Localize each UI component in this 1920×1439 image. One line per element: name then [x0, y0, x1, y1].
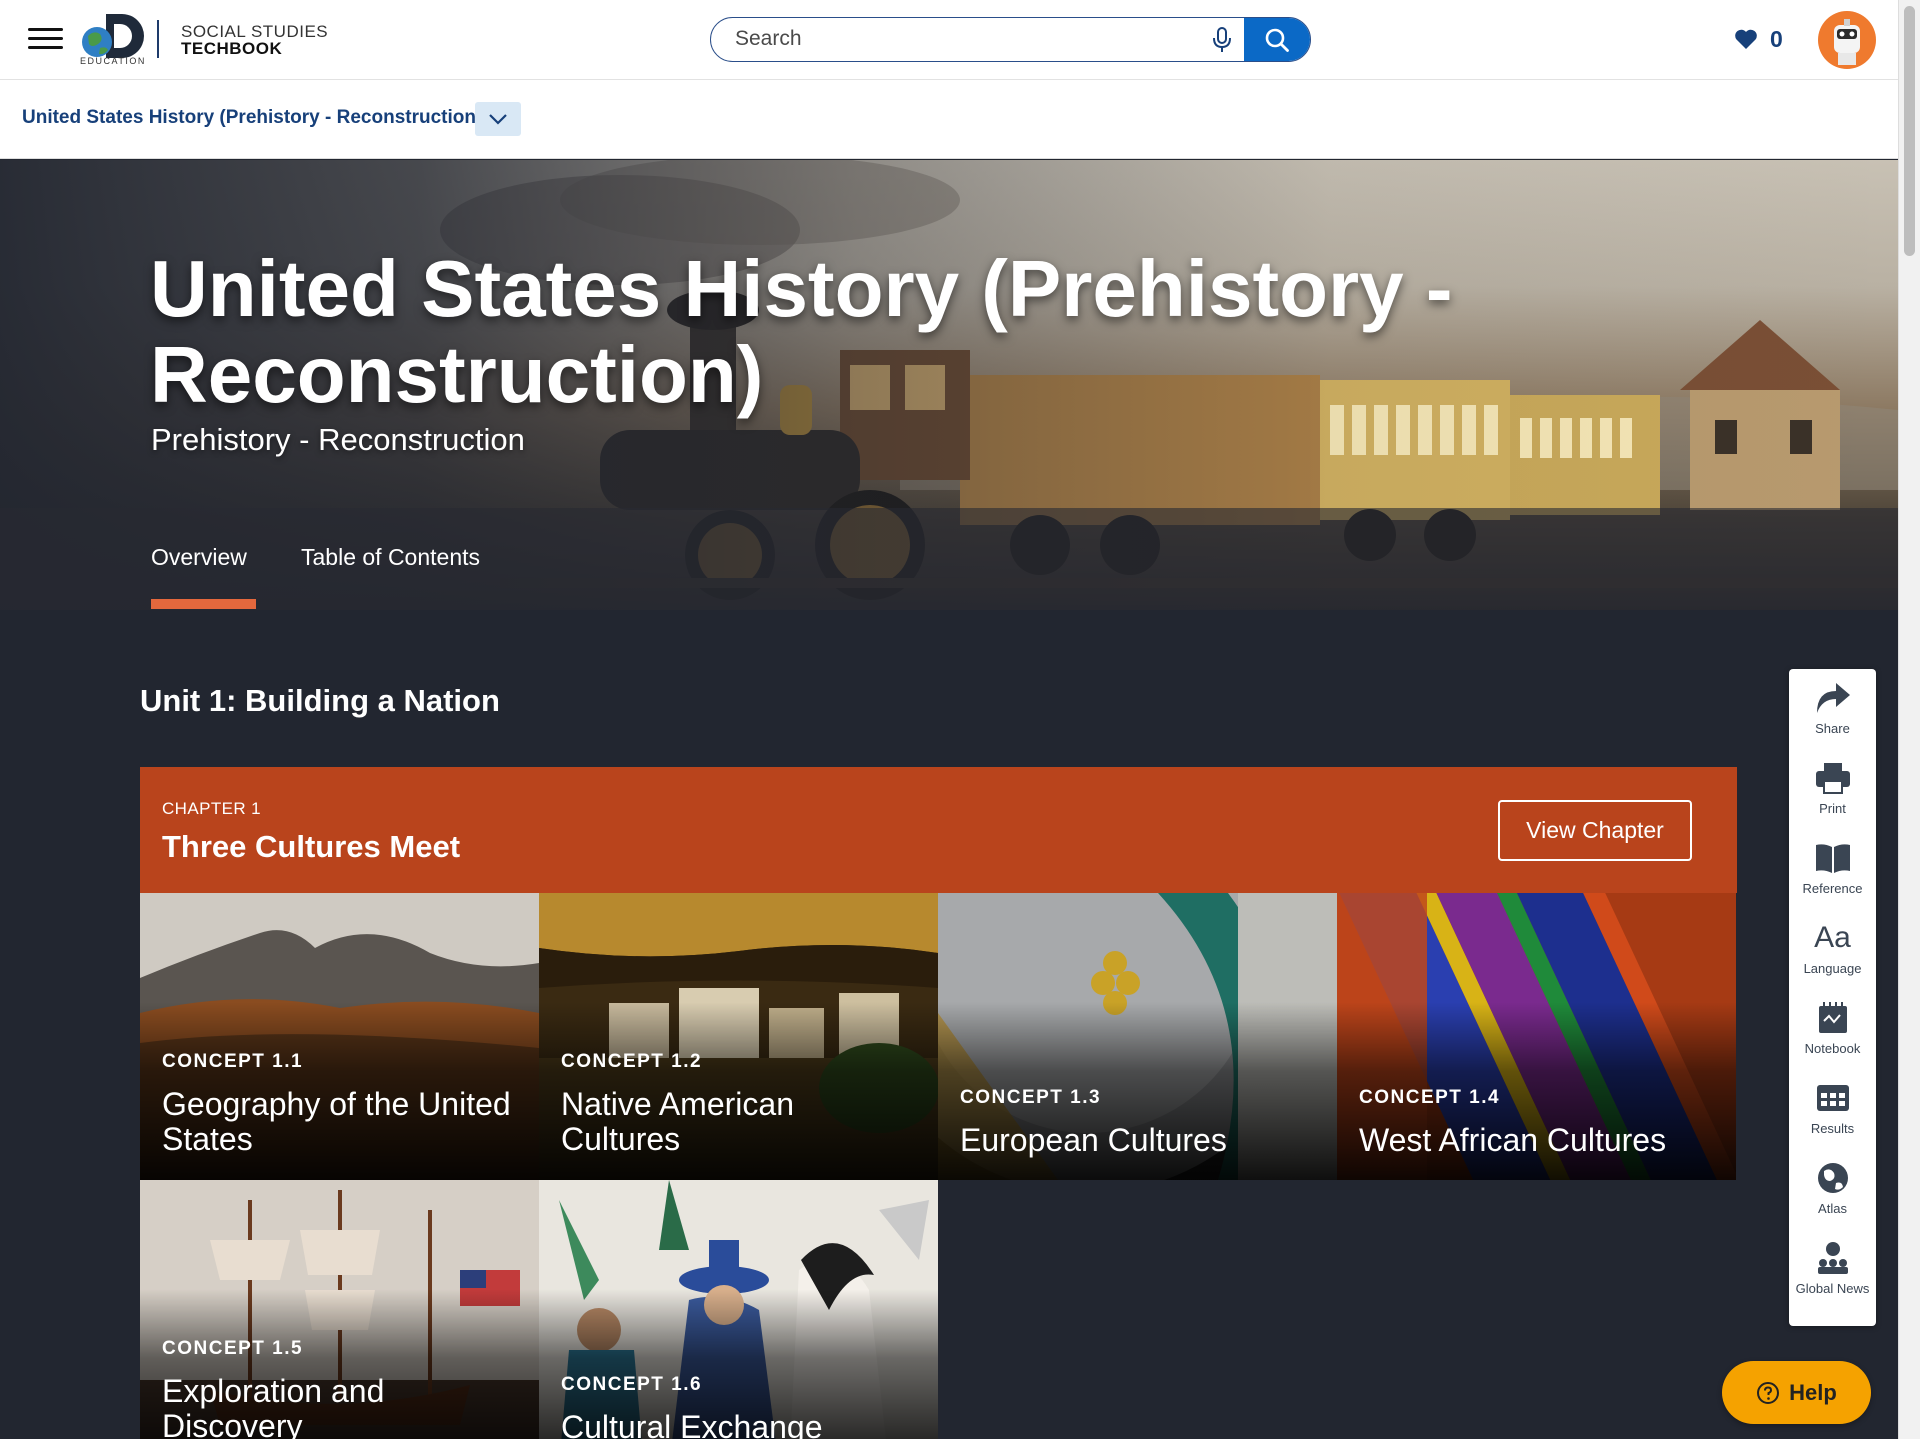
question-circle-icon: [1757, 1381, 1780, 1404]
concept-number: CONCEPT 1.1: [162, 1051, 304, 1072]
search-input[interactable]: [735, 18, 1195, 60]
print-label: Print: [1819, 801, 1846, 816]
tile-gradient: [539, 1180, 938, 1439]
favorites-count: 0: [1770, 25, 1783, 52]
view-chapter-button[interactable]: View Chapter: [1498, 800, 1692, 861]
notebook-icon: [1818, 1002, 1847, 1033]
microphone-icon[interactable]: [1209, 26, 1235, 54]
share-label: Share: [1815, 721, 1850, 736]
tab-table-of-contents[interactable]: Table of Contents: [301, 544, 480, 571]
global-news-label: Global News: [1795, 1281, 1870, 1296]
language-label: Language: [1803, 961, 1862, 976]
concept-number: CONCEPT 1.2: [561, 1051, 703, 1072]
results-tool[interactable]: Results: [1789, 1081, 1876, 1137]
unit-heading: Unit 1: Building a Nation: [140, 683, 500, 718]
reference-label: Reference: [1802, 881, 1863, 896]
course-hero: United States History (Prehistory - Reco…: [0, 160, 1898, 610]
avatar[interactable]: [1818, 11, 1876, 69]
globe-icon: [1817, 1163, 1848, 1193]
help-button[interactable]: Help: [1722, 1361, 1871, 1424]
concept-number: CONCEPT 1.5: [162, 1338, 304, 1359]
top-header: EDUCATION SOCIAL STUDIES TECHBOOK 0: [0, 0, 1898, 80]
active-tab-indicator: [151, 599, 256, 609]
scrollbar-thumb[interactable]: [1904, 6, 1915, 256]
tab-overview[interactable]: Overview: [151, 544, 247, 571]
concept-title: Native American Cultures: [561, 1086, 794, 1157]
product-name-line2: TECHBOOK: [181, 39, 283, 58]
notebook-label: Notebook: [1804, 1041, 1861, 1056]
language-glyph-icon: Aa: [1814, 921, 1851, 954]
heart-icon: [1735, 29, 1757, 49]
concept-title: Geography of the United States: [162, 1086, 511, 1157]
results-label: Results: [1810, 1121, 1855, 1136]
atlas-tool[interactable]: Atlas: [1789, 1161, 1876, 1217]
search-button[interactable]: [1244, 18, 1310, 61]
search-bar: [710, 17, 1311, 62]
concept-number: CONCEPT 1.4: [1359, 1087, 1501, 1108]
favorites-button[interactable]: 0: [1734, 24, 1783, 54]
logo-divider: [157, 20, 159, 58]
page-title: United States History (Prehistory - Reco…: [150, 244, 1453, 419]
reference-tool[interactable]: Reference: [1789, 841, 1876, 897]
concept-card[interactable]: CONCEPT 1.6 Cultural Exchange: [539, 1180, 938, 1439]
book-icon: [1815, 844, 1850, 873]
language-tool[interactable]: Aa Language: [1789, 921, 1876, 977]
concept-title: European Cultures: [960, 1122, 1227, 1158]
concept-title: West African Cultures: [1359, 1122, 1667, 1158]
page-scrollbar[interactable]: [1898, 0, 1920, 1439]
concept-card[interactable]: CONCEPT 1.5 Exploration and Discovery: [140, 1180, 539, 1439]
global-news-icon: [1817, 1242, 1848, 1274]
chapter-title: Three Cultures Meet: [162, 829, 461, 864]
share-icon: [1816, 683, 1850, 713]
concept-number: CONCEPT 1.3: [960, 1087, 1102, 1108]
chapter-number: CHAPTER 1: [162, 799, 262, 818]
help-label: Help: [1789, 1379, 1837, 1405]
robot-avatar-icon: [1834, 19, 1860, 65]
concept-card[interactable]: CONCEPT 1.2 Native American Cultures: [539, 893, 938, 1180]
concept-title: Exploration and Discovery: [162, 1373, 385, 1439]
hero-tab-bar: [0, 508, 1898, 610]
atlas-label: Atlas: [1818, 1201, 1847, 1216]
breadcrumb-course-link[interactable]: United States History (Prehistory - Reco…: [22, 107, 482, 129]
chevron-down-icon: [489, 113, 507, 125]
tools-panel: Share Print Reference Aa Language Notebo…: [1789, 669, 1876, 1326]
concept-card[interactable]: CONCEPT 1.1 Geography of the United Stat…: [140, 893, 539, 1180]
concept-title: Cultural Exchange: [561, 1409, 823, 1439]
concept-number: CONCEPT 1.6: [561, 1374, 703, 1395]
breadcrumb: United States History (Prehistory - Reco…: [0, 80, 1898, 159]
breadcrumb-dropdown-button[interactable]: [475, 102, 521, 136]
results-grid-icon: [1816, 1085, 1849, 1111]
print-tool[interactable]: Print: [1789, 761, 1876, 817]
print-icon: [1815, 763, 1850, 794]
page-subtitle: Prehistory - Reconstruction: [151, 422, 525, 457]
global-news-tool[interactable]: Global News: [1789, 1241, 1876, 1297]
notebook-tool[interactable]: Notebook: [1789, 1001, 1876, 1057]
search-icon: [1265, 28, 1289, 52]
logo-caption: EDUCATION: [80, 56, 146, 66]
menu-icon[interactable]: [28, 28, 63, 52]
concept-card[interactable]: CONCEPT 1.3 European Cultures: [938, 893, 1337, 1180]
share-tool[interactable]: Share: [1789, 681, 1876, 737]
chapter-banner: CHAPTER 1 Three Cultures Meet View Chapt…: [140, 767, 1737, 893]
concept-card[interactable]: CONCEPT 1.4 West African Cultures: [1337, 893, 1736, 1180]
